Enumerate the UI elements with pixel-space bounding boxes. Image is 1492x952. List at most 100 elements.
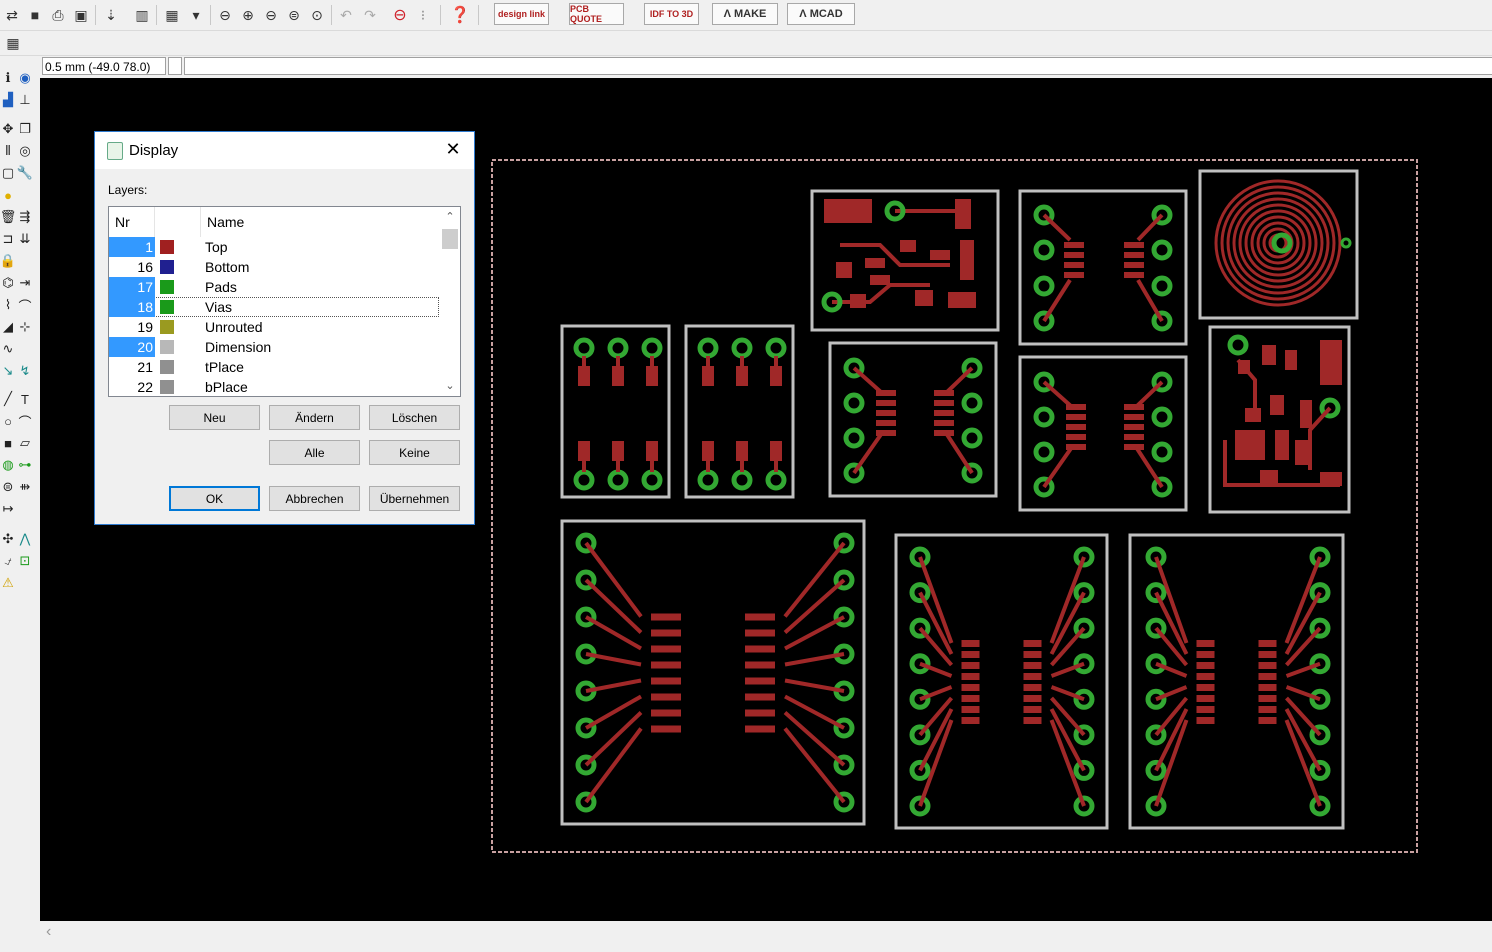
layers-vertical-scrollbar[interactable]: ⌃ ⌄ <box>440 207 460 396</box>
route-icon[interactable]: ∿ <box>0 341 16 357</box>
change-icon[interactable]: 🔧 <box>17 165 33 181</box>
script-icon[interactable]: ⇣ <box>101 5 121 25</box>
display-app-icon <box>107 142 123 160</box>
value-icon[interactable]: ⇥ <box>17 275 33 291</box>
mcad-button[interactable]: Λ MCAD <box>787 3 855 25</box>
horizontal-scrollbar[interactable]: ‹ <box>40 921 1492 952</box>
help-icon[interactable]: ❓ <box>450 5 470 25</box>
ratsnest-icon[interactable]: ✣ <box>0 531 16 547</box>
add-icon[interactable]: ⇶ <box>17 209 33 225</box>
apply-button[interactable]: Übernehmen <box>369 486 460 511</box>
delete-button[interactable]: Löschen <box>369 405 460 430</box>
print-icon[interactable]: ⎙ <box>48 5 68 25</box>
layer-row[interactable]: 22 bPlace <box>109 377 439 396</box>
dialog-title: Display <box>129 142 179 159</box>
zoom-redraw-icon[interactable]: ⊜ <box>284 5 304 25</box>
make-button[interactable]: Λ MAKE <box>712 3 778 25</box>
go-icon[interactable]: ⁝ <box>413 5 433 25</box>
show-icon[interactable]: ◉ <box>17 70 33 86</box>
mirror-icon[interactable]: ⦀ <box>0 143 16 159</box>
circle-icon[interactable]: ○ <box>0 413 16 429</box>
group-icon[interactable]: ▢ <box>0 165 16 181</box>
lock-icon[interactable]: 🔒 <box>0 253 16 269</box>
layer-row[interactable]: 18 Vias <box>109 297 439 317</box>
copy-icon[interactable]: ❐ <box>17 121 33 137</box>
smd-pad <box>745 613 775 621</box>
via-icon[interactable]: ◍ <box>0 457 16 473</box>
meander-icon[interactable]: ⊹ <box>17 319 33 335</box>
cancel-button[interactable]: Abbrechen <box>269 486 360 511</box>
miter-icon[interactable]: ⌒ <box>17 297 33 314</box>
zoom-out-icon[interactable]: ⊖ <box>261 5 281 25</box>
column-header-nr[interactable]: Nr <box>109 207 155 237</box>
optimize-icon[interactable]: ◢ <box>0 319 16 335</box>
move-icon[interactable]: ✥ <box>0 121 16 137</box>
undo-icon[interactable]: ↶ <box>336 5 356 25</box>
grid-icon[interactable]: ▦ <box>3 33 23 53</box>
attribute-icon[interactable]: ⇻ <box>17 479 33 495</box>
warning-icon[interactable]: ⚠ <box>0 575 16 591</box>
polygon-icon[interactable]: ▱ <box>17 435 33 451</box>
new-button[interactable]: Neu <box>169 405 260 430</box>
arc-icon[interactable]: ⌒ <box>17 413 33 430</box>
zoom-in-icon[interactable]: ⊕ <box>238 5 258 25</box>
redo-icon[interactable]: ↷ <box>360 5 380 25</box>
column-header-color[interactable] <box>155 207 201 237</box>
stop-icon[interactable]: ⊖ <box>390 5 410 25</box>
scroll-left-icon[interactable]: ‹ <box>46 923 51 941</box>
ripup-icon[interactable]: ↘ <box>0 363 16 379</box>
smd-pad <box>948 292 976 308</box>
layers-list[interactable]: Nr Name 1 Top 16 Bottom 17 Pads 18 Vias 19 Unrout… <box>108 206 461 397</box>
scroll-thumb[interactable] <box>442 229 458 249</box>
close-icon[interactable]: ✕ <box>442 138 464 160</box>
layer-settings-icon[interactable]: ▦ <box>162 5 182 25</box>
scroll-down-icon[interactable]: ⌄ <box>440 378 460 394</box>
info-icon[interactable]: ℹ <box>0 70 16 86</box>
text-icon[interactable]: T <box>17 391 33 407</box>
dialog-titlebar[interactable]: Display ✕ <box>95 132 474 169</box>
cam-icon[interactable]: ▣ <box>71 5 91 25</box>
rect-icon[interactable]: ■ <box>0 435 16 451</box>
change-button[interactable]: Ändern <box>269 405 360 430</box>
mark-icon[interactable]: ⊥ <box>17 92 33 108</box>
none-button[interactable]: Keine <box>369 440 460 465</box>
pad <box>843 427 865 449</box>
layer-row[interactable]: 21 tPlace <box>109 357 439 377</box>
ulp-icon[interactable]: ▥ <box>132 5 152 25</box>
signal-icon[interactable]: ⊶ <box>17 457 33 473</box>
ok-button[interactable]: OK <box>169 486 260 511</box>
erc-icon[interactable]: ⊡ <box>17 553 33 569</box>
drc-icon[interactable]: ⍻ <box>0 553 16 569</box>
hole-icon[interactable]: ⊜ <box>0 479 16 495</box>
idf-to-3d-button[interactable]: IDF TO 3D <box>644 3 699 25</box>
zoom-select-icon[interactable]: ⊙ <box>307 5 327 25</box>
pcb-quote-button[interactable]: PCB QUOTE <box>569 3 624 25</box>
dimension-icon[interactable]: ↦ <box>0 501 16 517</box>
zoom-fit-icon[interactable]: ⊖ <box>215 5 235 25</box>
command-line-input[interactable] <box>184 57 1492 75</box>
delete-icon[interactable]: 🗑 <box>0 209 16 225</box>
layer-row[interactable]: 16 Bottom <box>109 257 439 277</box>
display-icon[interactable]: ▟ <box>0 92 16 108</box>
pinswap-icon[interactable]: ⇊ <box>17 231 33 247</box>
designlink-button[interactable]: design link <box>494 3 549 25</box>
rotate-icon[interactable]: ◎ <box>17 143 33 159</box>
split-icon[interactable]: ⌇ <box>0 297 16 313</box>
layer-row[interactable]: 1 Top <box>109 237 439 257</box>
layer-dropdown-icon[interactable]: ▾ <box>186 5 206 25</box>
paste-icon[interactable]: ● <box>0 187 16 203</box>
autorouter-icon[interactable]: ⋀ <box>17 531 33 547</box>
column-header-name[interactable]: Name <box>201 207 440 237</box>
wire-icon[interactable]: ╱ <box>0 391 16 407</box>
autoroute-icon[interactable]: ↯ <box>17 363 33 379</box>
layer-row[interactable]: 20 Dimension <box>109 337 439 357</box>
smash-icon[interactable]: ⌬ <box>0 275 16 291</box>
scroll-up-icon[interactable]: ⌃ <box>440 209 460 225</box>
save-icon[interactable]: ■ <box>25 5 45 25</box>
smd-pad <box>1300 400 1312 428</box>
layer-row[interactable]: 19 Unrouted <box>109 317 439 337</box>
layer-row[interactable]: 17 Pads <box>109 277 439 297</box>
all-button[interactable]: Alle <box>269 440 360 465</box>
open-icon[interactable]: ⇄ <box>2 5 22 25</box>
replace-icon[interactable]: ⊐ <box>0 231 16 247</box>
